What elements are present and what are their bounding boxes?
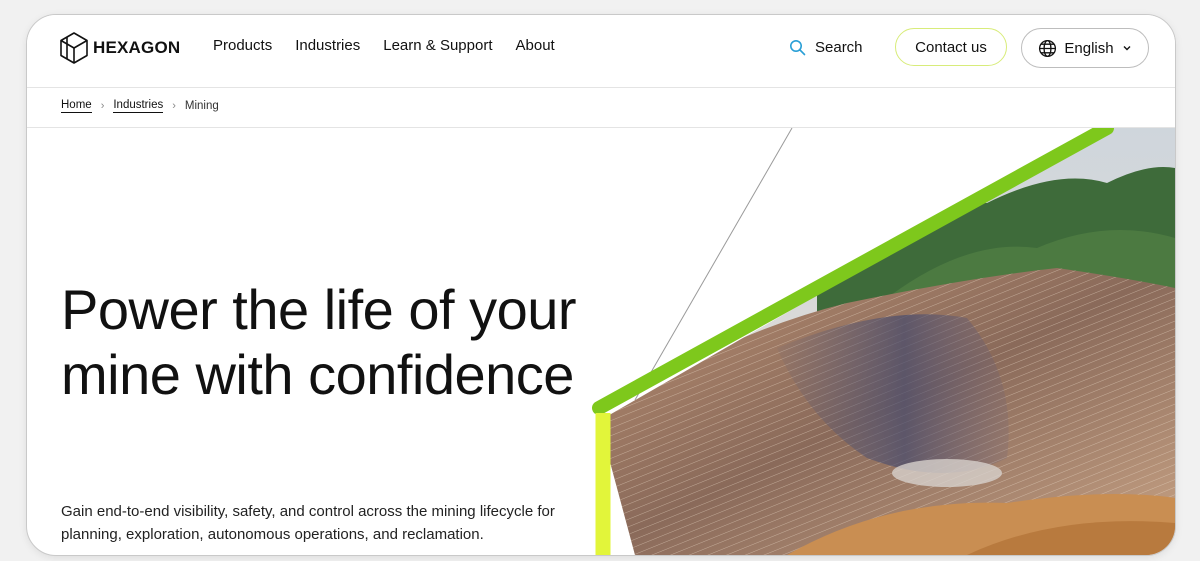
breadcrumb-home[interactable]: Home [61, 99, 92, 113]
globe-icon [1039, 39, 1057, 57]
hero-title: Power the life of your mine with confide… [61, 278, 577, 406]
breadcrumb-chevron-icon: › [100, 100, 105, 112]
breadcrumb-current: Mining [184, 100, 219, 112]
hero-description: Gain end-to-end visibility, safety, and … [61, 503, 555, 543]
search-label: Search [815, 39, 863, 56]
hexagon-logo[interactable]: HEXAGON [59, 31, 180, 65]
brand-name: HEXAGON [93, 38, 181, 57]
language-label: English [1064, 39, 1114, 57]
nav-item-about[interactable]: About [516, 37, 555, 54]
chevron-down-icon [1123, 46, 1131, 51]
breadcrumb-industries[interactable]: Industries [113, 99, 164, 113]
language-selector[interactable]: English [1021, 28, 1149, 68]
contact-us-button[interactable]: Contact us [895, 28, 1007, 66]
site-header: HEXAGON Products Industries Learn & Supp… [27, 15, 1175, 88]
breadcrumb-chevron-icon: › [172, 100, 176, 112]
nav-item-learn-support[interactable]: Learn & Support [383, 37, 492, 54]
hero-mine-image [592, 128, 1175, 555]
main-nav: Products Industries Learn & Support Abou… [213, 37, 578, 54]
search-icon [790, 40, 806, 56]
hexagon-logo-icon [60, 32, 88, 64]
nav-item-products[interactable]: Products [213, 37, 272, 54]
search-button[interactable]: Search [789, 39, 863, 56]
breadcrumb: Home › Industries › Mining [61, 99, 219, 113]
nav-item-industries[interactable]: Industries [295, 37, 360, 54]
browser-frame: HEXAGON Products Industries Learn & Supp… [26, 14, 1176, 556]
